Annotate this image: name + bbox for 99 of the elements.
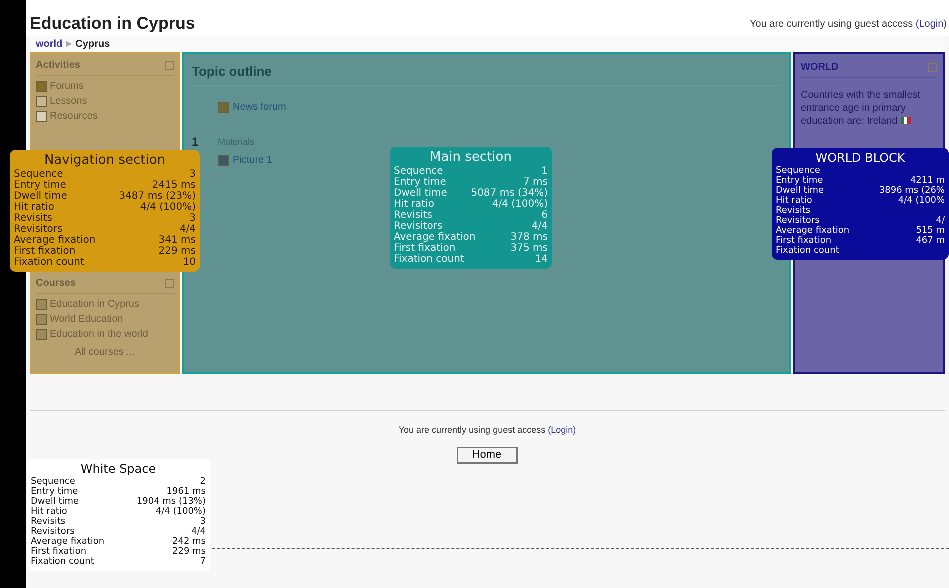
stat-label: First fixation bbox=[14, 246, 76, 257]
block-title: Courses bbox=[36, 278, 76, 289]
stat-value: 4/4 (100%) bbox=[492, 199, 548, 210]
topic-title: Topic outline bbox=[192, 64, 781, 86]
access-notice: You are currently using guest access (Login) bbox=[398, 425, 576, 435]
stat-label: Dwell time bbox=[14, 191, 68, 202]
stats-title: WORLD BLOCK bbox=[814, 151, 906, 166]
stat-label: Entry time bbox=[776, 176, 824, 186]
stat-value: 229 ms bbox=[172, 547, 206, 557]
block-title: WORLD bbox=[801, 62, 839, 73]
block-link[interactable]: Resources bbox=[50, 109, 98, 124]
stat-value: 229 ms bbox=[158, 246, 196, 257]
all-courses-link[interactable]: All courses ... bbox=[74, 347, 136, 358]
stat-label: Revisits bbox=[394, 210, 432, 221]
stat-label: Revisitors bbox=[776, 216, 820, 226]
stat-label: Entry time bbox=[31, 487, 78, 497]
block-link[interactable]: Lessons bbox=[50, 94, 88, 109]
block-link[interactable]: Education in Cyprus bbox=[50, 297, 140, 312]
stat-value: 7 bbox=[200, 557, 206, 567]
stat-value: 4/4 bbox=[532, 221, 548, 232]
stat-label: Entry time bbox=[14, 180, 66, 191]
stats-title: White Space bbox=[80, 462, 158, 477]
stats-title: Navigation section bbox=[43, 153, 167, 169]
login-link[interactable]: (Login) bbox=[916, 19, 947, 30]
stat-value: 5087 ms (34%) bbox=[471, 188, 548, 199]
stat-label: Hit ratio bbox=[31, 507, 68, 517]
stat-label: Average fixation bbox=[394, 232, 476, 243]
stat-label: Revisitors bbox=[14, 224, 63, 235]
stat-label: Fixation count bbox=[14, 257, 84, 268]
stat-value: 3 bbox=[190, 213, 196, 224]
stat-label: Revisits bbox=[776, 206, 811, 216]
stat-label: Fixation count bbox=[31, 557, 94, 567]
stat-value: 3487 ms (23%) bbox=[119, 191, 196, 202]
stat-value: 242 ms bbox=[172, 537, 206, 547]
stat-label: Average fixation bbox=[776, 226, 850, 236]
stat-label: Entry time bbox=[394, 177, 446, 188]
stat-label: Dwell time bbox=[394, 188, 448, 199]
stat-value: 4/4 (100% bbox=[898, 196, 945, 206]
stats-title: Main section bbox=[429, 150, 513, 166]
stat-value: 375 ms bbox=[510, 243, 548, 254]
stat-value: 467 m bbox=[916, 236, 945, 246]
stat-label: First fixation bbox=[31, 547, 87, 557]
block-link[interactable]: Education in the world bbox=[50, 327, 148, 342]
block-link[interactable]: World Education bbox=[50, 312, 124, 327]
stat-label: Sequence bbox=[776, 166, 820, 176]
stat-label: Average fixation bbox=[14, 235, 96, 246]
news-forum-link[interactable]: News forum bbox=[233, 102, 286, 113]
stat-value: 7 ms bbox=[524, 177, 548, 188]
picture-link[interactable]: Picture 1 bbox=[233, 155, 272, 166]
stat-value: 6 bbox=[542, 210, 548, 221]
stat-label: Fixation count bbox=[776, 246, 840, 256]
stat-value: 4/ bbox=[936, 216, 945, 226]
stat-value: 378 ms bbox=[510, 232, 548, 243]
stat-label: Revisitors bbox=[394, 221, 443, 232]
stat-label: Average fixation bbox=[31, 537, 105, 547]
stat-value: 341 ms bbox=[158, 235, 196, 246]
stat-label: Dwell time bbox=[776, 186, 824, 196]
stat-label: Hit ratio bbox=[14, 202, 54, 213]
stat-value: 515 m bbox=[916, 226, 945, 236]
stat-label: First fixation bbox=[394, 243, 456, 254]
stat-label: Sequence bbox=[14, 169, 64, 180]
stat-label: Revisitors bbox=[31, 527, 75, 537]
stat-value: 2 bbox=[200, 477, 206, 487]
stat-value: 2415 ms bbox=[152, 180, 196, 191]
stat-value: 4/4 (100%) bbox=[156, 507, 206, 517]
collapse-icon[interactable] bbox=[165, 279, 174, 288]
collapse-icon[interactable] bbox=[928, 63, 937, 72]
stat-value: 4/4 bbox=[180, 224, 196, 235]
stat-value: 3896 ms (26% bbox=[879, 186, 945, 196]
stat-value: 1961 ms bbox=[166, 487, 206, 497]
block-title: Activities bbox=[36, 60, 80, 71]
stat-label: Revisits bbox=[14, 213, 52, 224]
access-notice: You are currently using guest access (Login) bbox=[750, 19, 947, 32]
stat-value: 3 bbox=[200, 517, 206, 527]
page-title: Education in Cyprus bbox=[30, 14, 196, 34]
stat-label: Hit ratio bbox=[394, 199, 434, 210]
stat-label: Sequence bbox=[31, 477, 76, 487]
world-text: Countries with the smallest entrance age in primary education are: Ireland bbox=[801, 89, 922, 128]
stat-label: Dwell time bbox=[31, 497, 80, 507]
stat-value: 1904 ms (13%) bbox=[136, 497, 206, 507]
stat-label: Revisits bbox=[31, 517, 66, 527]
breadcrumb-link[interactable]: world bbox=[36, 38, 63, 50]
stat-value: 1 bbox=[542, 166, 548, 177]
stat-value: 4/4 bbox=[192, 527, 206, 537]
stat-label: Sequence bbox=[394, 166, 444, 177]
login-link[interactable]: (Login) bbox=[548, 425, 576, 435]
collapse-icon[interactable] bbox=[165, 61, 174, 70]
section-number: 1 bbox=[192, 135, 200, 149]
block-link[interactable]: Forums bbox=[50, 79, 84, 94]
stat-label: Fixation count bbox=[394, 254, 464, 265]
stat-value: 10 bbox=[183, 257, 196, 268]
stat-value: 3 bbox=[190, 169, 196, 180]
stat-value: 4211 m bbox=[910, 176, 945, 186]
current-page-label: Cyprus bbox=[76, 38, 110, 50]
stat-label: First fixation bbox=[776, 236, 832, 246]
home-button[interactable]: Home bbox=[457, 447, 518, 464]
stat-value: 14 bbox=[535, 254, 548, 265]
stat-value: 4/4 (100%) bbox=[140, 202, 196, 213]
stat-label: Hit ratio bbox=[776, 196, 812, 206]
